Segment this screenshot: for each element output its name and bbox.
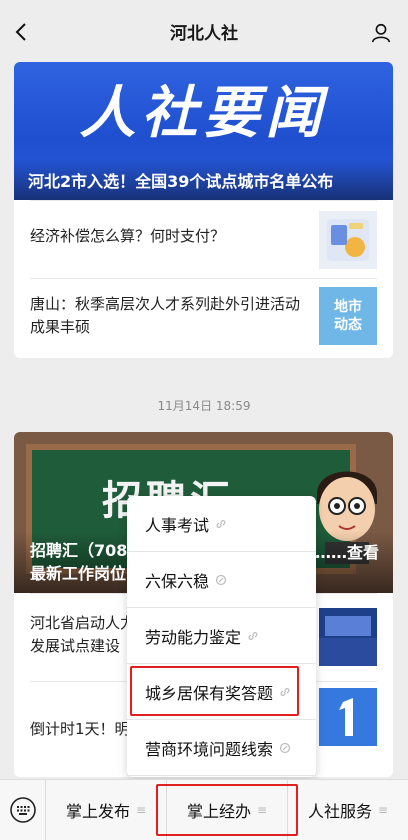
hero-title: 人社要闻 [79,81,328,146]
back-chevron-icon[interactable] [10,20,34,44]
link-icon [280,687,290,696]
list-item[interactable]: 经济补偿怎么算？何时支付？ [30,200,377,278]
list-item[interactable]: 唐山：秋季高层次人才系列赴外引进活动成果丰硕 地市 动态 [30,278,377,358]
message-timestamp: 11月14日 18:59 [157,399,251,413]
menu-item-label: 人事考试 [145,515,210,535]
article-title: 唐山：秋季高层次人才系列赴外引进活动成果丰硕 [30,295,301,336]
menu-item-personnel-exam[interactable]: 人事考试 [127,496,316,552]
tab-label: 掌上经办 [186,802,251,821]
link-icon [216,519,226,528]
hero-banner[interactable]: 人社要闻 河北2市入选！全国39个试点城市名单公布 [14,62,393,200]
keyboard-toggle[interactable] [0,779,46,840]
article-thumbnail [319,211,377,269]
article-thumbnail [319,608,377,666]
tab-label: 掌上发布 [65,802,130,821]
menu-lines-icon: ≡ [135,803,147,817]
submenu-popup: 人事考试 六保六稳 劳动能力鉴定 城乡居保有奖答题 营商环境问题线索 [127,496,316,777]
menu-lines-icon: ≡ [377,803,389,817]
menu-item-label: 营商环境问题线索 [145,739,274,759]
menu-item-work-ability-appraisal[interactable]: 劳动能力鉴定 [127,608,316,664]
read-more-link[interactable]: ……查看 [315,539,379,563]
tab-mobile-release[interactable]: 掌上发布 ≡ [46,779,167,840]
menu-lines-icon: ≡ [256,803,268,817]
menu-item-label: 劳动能力鉴定 [145,627,242,647]
top-bar: 河北人社 [0,0,408,62]
menu-item-six-guarantees[interactable]: 六保六稳 [127,552,316,608]
menu-item-pension-quiz[interactable]: 城乡居保有奖答题 [127,664,316,720]
hero-caption[interactable]: 河北2市入选！全国39个试点城市名单公布 [14,160,393,200]
tab-hr-services[interactable]: 人社服务 ≡ [288,780,408,840]
link-icon [215,574,227,585]
menu-item-label: 城乡居保有奖答题 [145,683,274,703]
article-card: 人社要闻 河北2市入选！全国39个试点城市名单公布 经济补偿怎么算？何时支付？ … [14,62,393,358]
tab-mobile-services[interactable]: 掌上经办 ≡ [167,779,288,840]
menu-item-label: 六保六稳 [145,571,210,591]
keyboard-icon [9,797,36,823]
link-icon [279,742,291,753]
bottom-menu-bar: 掌上发布 ≡ 掌上经办 ≡ 人社服务 ≡ [0,779,408,840]
article-title: 经济补偿怎么算？何时支付？ [30,227,226,245]
page-title: 河北人社 [170,23,238,44]
tab-label: 人社服务 [307,802,372,821]
menu-item-business-environment-clues[interactable]: 营商环境问题线索 [127,720,316,776]
profile-icon[interactable] [370,22,392,44]
link-icon [248,631,258,640]
article-thumbnail [319,688,377,746]
article-thumbnail: 地市 动态 [319,287,377,345]
